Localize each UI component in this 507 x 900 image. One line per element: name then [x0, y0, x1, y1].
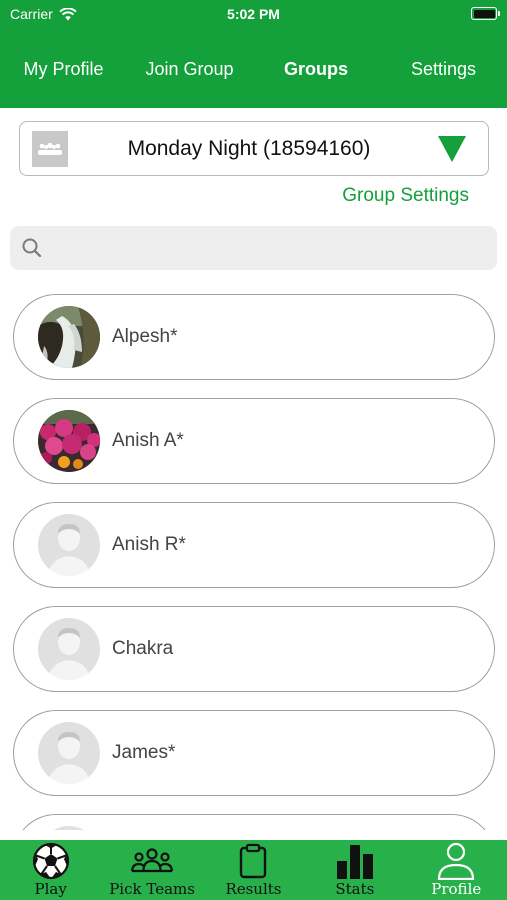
default-person-icon — [38, 826, 100, 830]
soccer-ball-icon — [32, 842, 69, 880]
avatar — [38, 618, 100, 680]
avatar — [38, 306, 100, 368]
triangle-down-icon[interactable] — [438, 135, 466, 162]
member-name: Chakra — [112, 638, 174, 659]
tab-label: Play — [34, 880, 67, 898]
tab-label: Results — [225, 880, 282, 898]
search-bar[interactable] — [10, 226, 497, 270]
avatar — [38, 722, 100, 784]
tab-profile[interactable]: Profile — [406, 840, 507, 900]
member-list: Alpesh* Anish A* Anish R* Chakra James* — [0, 294, 507, 830]
people-group-icon — [130, 848, 174, 873]
avatar — [38, 514, 100, 576]
member-row[interactable]: Chakra — [13, 606, 495, 692]
tab-results[interactable]: Results — [203, 840, 304, 900]
member-name: James* — [112, 742, 176, 763]
default-person-icon — [38, 722, 100, 784]
avatar — [38, 826, 100, 830]
tab-stats[interactable]: Stats — [304, 840, 405, 900]
member-row[interactable]: Anish R* — [13, 502, 495, 588]
avatar — [38, 410, 100, 472]
tab-label: Pick Teams — [109, 880, 195, 898]
flowers-photo — [38, 410, 100, 472]
member-row[interactable]: Anish A* — [13, 398, 495, 484]
waterfall-photo — [38, 306, 100, 368]
status-time: 5:02 PM — [227, 6, 280, 22]
default-person-icon — [38, 514, 100, 576]
member-name: Alpesh* — [112, 326, 178, 347]
group-name: Monday Night (18594160) — [127, 136, 371, 160]
member-row[interactable]: James* — [13, 710, 495, 796]
member-name: Anish A* — [112, 430, 184, 451]
status-bar: Carrier 5:02 PM — [0, 0, 507, 30]
tab-my-profile[interactable]: My Profile — [0, 52, 127, 86]
group-icon — [32, 130, 68, 167]
tab-play[interactable]: Play — [0, 840, 101, 900]
group-settings-link[interactable]: Group Settings — [342, 185, 469, 207]
search-input[interactable] — [43, 228, 497, 268]
tab-label: Stats — [335, 880, 375, 898]
tab-pick-teams[interactable]: Pick Teams — [101, 840, 202, 900]
member-row[interactable]: Alpesh* — [13, 294, 495, 380]
header: Carrier 5:02 PM My Profile Join Group Gr… — [0, 0, 507, 108]
clipboard-icon — [240, 843, 267, 879]
bottom-tab-bar: Play Pick Teams Results Stats Profile — [0, 840, 507, 900]
tab-label: Profile — [431, 880, 482, 898]
tab-settings[interactable]: Settings — [380, 52, 507, 86]
tab-groups[interactable]: Groups — [252, 52, 380, 86]
group-selector[interactable]: Monday Night (18594160) — [19, 121, 489, 176]
bar-chart-icon — [336, 845, 373, 879]
default-person-icon — [38, 618, 100, 680]
search-icon — [22, 238, 42, 258]
battery-icon — [471, 7, 500, 20]
member-row[interactable] — [13, 814, 495, 830]
person-icon — [438, 842, 475, 880]
member-name: Anish R* — [112, 534, 186, 555]
top-nav: My Profile Join Group Groups Settings — [0, 52, 507, 86]
tab-join-group[interactable]: Join Group — [127, 52, 252, 86]
